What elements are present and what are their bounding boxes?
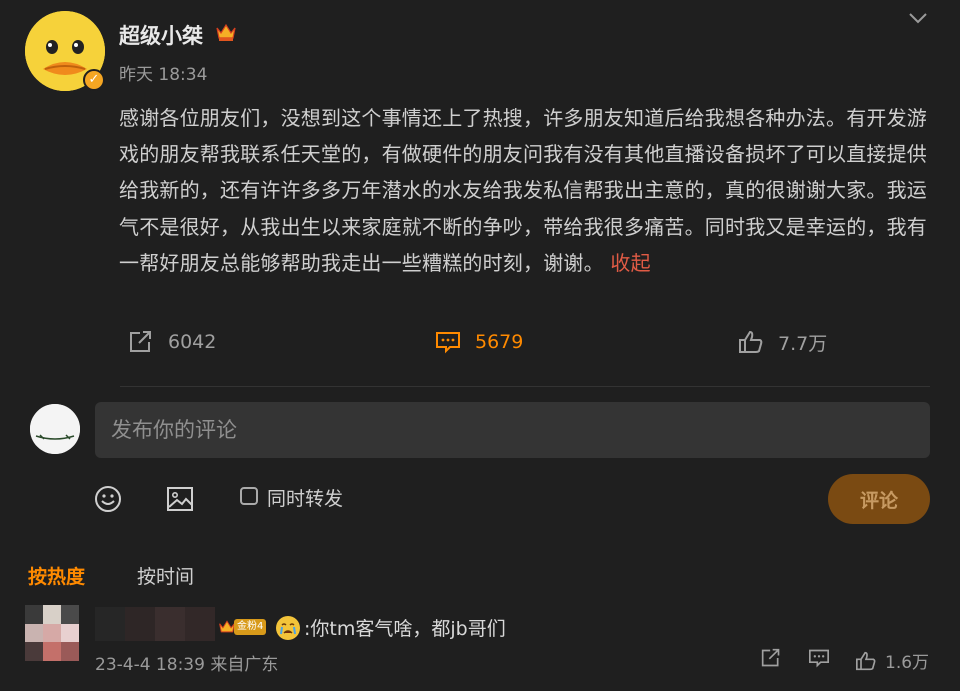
comment-meta: 23-4-4 18:39 来自广东 <box>95 655 279 675</box>
post-body: 感谢各位朋友们，没想到这个事情还上了热搜，许多朋友知道后给我想各种办法。有开发游… <box>119 106 927 275</box>
my-avatar[interactable] <box>30 404 80 454</box>
comment-icon <box>809 649 829 668</box>
chevron-down-icon[interactable] <box>907 10 929 26</box>
fan-badge: 金粉4 <box>218 617 267 637</box>
repost-count: 6042 <box>168 331 217 353</box>
tab-sort-time[interactable]: 按时间 <box>137 562 194 589</box>
like-count: 7.7万 <box>778 332 828 355</box>
comment-icon <box>436 332 460 354</box>
emoji-icon[interactable] <box>94 485 122 513</box>
post-timestamp[interactable]: 昨天 18:34 <box>119 60 207 85</box>
post-text: 感谢各位朋友们，没想到这个事情还上了热搜，许多朋友知道后给我想各种办法。有开发游… <box>119 100 934 281</box>
crying-emoji-icon <box>276 615 300 640</box>
commenter-avatar[interactable] <box>25 605 79 661</box>
like-button[interactable]: 7.7万 <box>738 328 827 356</box>
comment-count: 5679 <box>475 331 524 353</box>
repost-button[interactable]: 6042 <box>128 328 216 356</box>
comment-reply-button[interactable] <box>808 648 830 668</box>
like-icon <box>856 651 876 670</box>
comment-text-row: :你tm客气啥，都jb哥们 <box>276 614 506 641</box>
comment-button[interactable]: 5679 <box>435 328 523 356</box>
tab-sort-hot[interactable]: 按热度 <box>28 562 85 589</box>
divider <box>120 386 930 387</box>
comment-input[interactable] <box>95 402 930 458</box>
repost-checkbox[interactable] <box>240 487 258 505</box>
like-icon <box>739 330 763 353</box>
repost-icon <box>761 648 780 667</box>
fan-badge-level: 金粉4 <box>234 619 267 635</box>
comment-text: :你tm客气啥，都jb哥们 <box>304 618 506 640</box>
comment-like-button[interactable]: 1.6万 <box>855 648 929 673</box>
comment-like-count: 1.6万 <box>885 653 930 673</box>
verified-icon: ✓ <box>83 69 105 91</box>
repost-checkbox-label[interactable]: 同时转发 <box>267 484 343 511</box>
image-icon[interactable] <box>166 485 194 513</box>
author-name[interactable]: 超级小桀 <box>119 20 203 50</box>
commenter-name-blurred[interactable] <box>95 607 215 641</box>
comment-repost-button[interactable] <box>760 648 782 668</box>
crown-icon <box>216 23 236 41</box>
repost-icon <box>130 331 151 352</box>
collapse-link[interactable]: 收起 <box>610 251 650 275</box>
submit-comment-button[interactable]: 评论 <box>828 474 930 524</box>
